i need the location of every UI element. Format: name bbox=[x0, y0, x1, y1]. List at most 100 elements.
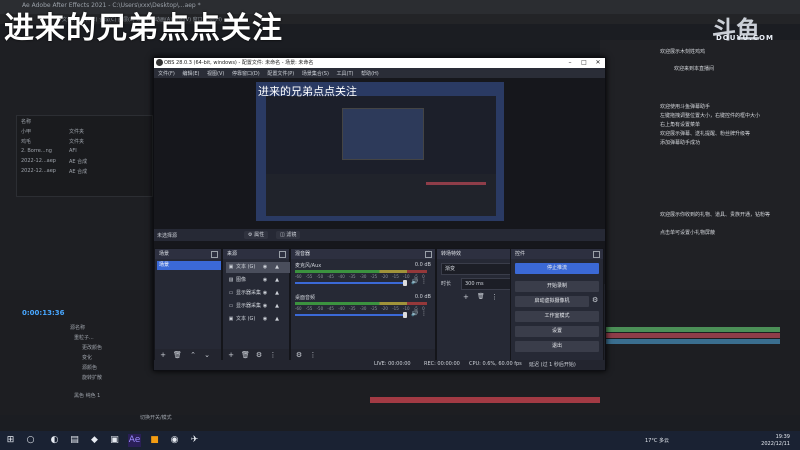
project-row[interactable]: 2. Borre...ng bbox=[21, 148, 52, 156]
timeline-layer[interactable]: 源颜色 bbox=[82, 364, 97, 372]
dock-float-icon[interactable] bbox=[593, 251, 600, 258]
taskbar-weather[interactable]: 17°C 多云 bbox=[645, 437, 669, 444]
menu-item-scene-collection[interactable]: 场景集合(S) bbox=[302, 71, 329, 77]
windows-start-icon[interactable]: ⊞ bbox=[4, 434, 17, 447]
dock-float-icon[interactable] bbox=[279, 251, 286, 258]
dock-float-icon[interactable] bbox=[425, 251, 432, 258]
timeline-layer[interactable]: 重粒子... bbox=[74, 334, 94, 342]
start-virtual-camera-button[interactable]: 启动虚拟摄像机 bbox=[515, 296, 589, 307]
settings-button[interactable]: 设置 bbox=[515, 326, 599, 337]
lock-icon[interactable]: ▲ bbox=[274, 290, 280, 296]
move-up-icon[interactable]: ⌃ bbox=[189, 351, 197, 359]
exit-button[interactable]: 退出 bbox=[515, 341, 599, 352]
taskbar-clock[interactable]: 19:39 2022/12/11 bbox=[750, 434, 790, 448]
more-options-icon[interactable]: ⋮ bbox=[421, 278, 427, 285]
project-row[interactable]: 2022-12...aep bbox=[21, 168, 56, 176]
stop-streaming-button[interactable]: 停止推流 bbox=[515, 263, 599, 274]
app-icon[interactable]: ▣ bbox=[108, 434, 121, 447]
menu-item-edit[interactable]: 编辑(E) bbox=[182, 71, 199, 77]
timeline-layer[interactable]: 更改颜色 bbox=[82, 344, 102, 352]
dock-title: 转场特效 bbox=[441, 251, 462, 257]
volume-slider[interactable] bbox=[295, 314, 407, 316]
eye-icon[interactable]: ◉ bbox=[262, 277, 268, 283]
properties-button[interactable]: ⚙ 属性 bbox=[244, 231, 269, 239]
start-recording-button[interactable]: 开始录制 bbox=[515, 281, 599, 292]
menu-item-file[interactable]: 文件(F) bbox=[158, 71, 175, 77]
menu-item-view[interactable]: 视图(V) bbox=[207, 71, 224, 77]
source-item[interactable]: 显示器采集 ▭ ◉ ▲ bbox=[226, 301, 290, 312]
timeline-tracks[interactable] bbox=[600, 325, 780, 385]
timeline-layer[interactable]: 黑色 纯色 1 bbox=[74, 392, 100, 400]
lock-icon[interactable]: ▲ bbox=[274, 303, 280, 309]
file-explorer-icon[interactable]: ▤ bbox=[68, 434, 81, 447]
mixer-settings-icon[interactable]: ⚙ bbox=[295, 351, 303, 359]
virtual-camera-settings-icon[interactable]: ⚙ bbox=[592, 296, 598, 304]
lock-icon[interactable]: ▲ bbox=[274, 316, 280, 322]
scenes-dock[interactable]: 场景 场景 + 🗑 ⌃ ⌄ bbox=[154, 248, 222, 362]
more-options-icon[interactable]: ⋮ bbox=[309, 351, 317, 359]
edge-browser-icon[interactable]: ◐ bbox=[48, 434, 61, 447]
app-icon[interactable]: ◆ bbox=[88, 434, 101, 447]
timeline-layer[interactable]: 旋转扩散 bbox=[82, 374, 102, 382]
app-icon[interactable]: ■ bbox=[148, 434, 161, 447]
sources-dock[interactable]: 来源 文本 (G) ▣ ◉ ▲ 图像 ▨ ◉ ▲ 显示器采集 ▭ ◉ ▲ 显示器采集 ▭ ◉ ▲ 文本 … bbox=[222, 248, 290, 362]
speaker-icon[interactable]: 🔊 bbox=[411, 310, 418, 317]
more-options-icon[interactable]: ⋮ bbox=[421, 310, 427, 317]
project-row[interactable]: 鸡毛 bbox=[21, 138, 31, 146]
source-item[interactable]: 显示器采集 ▭ ◉ ▲ bbox=[226, 288, 290, 299]
lock-icon[interactable]: ▲ bbox=[274, 277, 280, 283]
network-status: 延迟 (过 1 秒后开始) bbox=[529, 362, 576, 368]
after-effects-icon[interactable]: Ae bbox=[128, 434, 141, 447]
source-item[interactable]: 图像 ▨ ◉ ▲ bbox=[226, 275, 290, 286]
dock-float-icon[interactable] bbox=[211, 251, 218, 258]
source-settings-icon[interactable]: ⚙ bbox=[255, 351, 263, 359]
minimize-icon[interactable]: – bbox=[563, 58, 577, 68]
dock-title: 混音器 bbox=[295, 251, 311, 257]
obs-icon[interactable]: ◉ bbox=[168, 434, 181, 447]
add-source-icon[interactable]: + bbox=[227, 351, 235, 359]
filters-button[interactable]: ◫ 滤镜 bbox=[276, 231, 301, 239]
search-icon[interactable]: ○ bbox=[24, 434, 37, 447]
menu-item-help[interactable]: 帮助(H) bbox=[361, 71, 379, 77]
menu-item-profile[interactable]: 配置文件(P) bbox=[267, 71, 294, 77]
menu-item-tools[interactable]: 工具(T) bbox=[337, 71, 354, 77]
lock-icon[interactable]: ▲ bbox=[274, 264, 280, 270]
add-scene-icon[interactable]: + bbox=[159, 351, 167, 359]
close-icon[interactable]: ✕ bbox=[591, 58, 605, 68]
obs-window[interactable]: OBS 28.0.3 (64-bit, windows) - 配置文件: 未命名… bbox=[153, 57, 606, 371]
project-row[interactable]: 小甲 bbox=[21, 128, 31, 136]
timeline-timecode[interactable]: 0:00:13:36 bbox=[22, 309, 65, 317]
source-item[interactable]: 文本 (G) ▣ ◉ ▲ bbox=[226, 262, 290, 273]
remove-scene-icon[interactable]: 🗑 bbox=[173, 351, 182, 359]
speaker-icon[interactable]: 🔊 bbox=[411, 278, 418, 285]
controls-dock[interactable]: 控件 停止推流 开始录制 启动虚拟摄像机 ⚙ 工作室模式 设置 退出 bbox=[510, 248, 604, 362]
volume-slider-knob[interactable] bbox=[403, 280, 407, 286]
more-options-icon[interactable]: ⋮ bbox=[269, 351, 277, 359]
clock-time: 19:39 bbox=[775, 434, 790, 440]
volume-slider[interactable] bbox=[295, 282, 407, 284]
move-down-icon[interactable]: ⌄ bbox=[203, 351, 211, 359]
obs-menu[interactable]: 文件(F) 编辑(E) 视图(V) 停靠窗口(D) 配置文件(P) 场景集合(S… bbox=[158, 70, 379, 77]
scene-item[interactable]: 场景 bbox=[157, 261, 221, 270]
add-transition-icon[interactable]: + bbox=[463, 293, 469, 301]
danmaku-line: 右上角有设置菜单 bbox=[660, 122, 701, 128]
timeline-footer[interactable]: 切换开关/模式 bbox=[140, 414, 172, 421]
project-row[interactable]: 2022-12...aep bbox=[21, 158, 56, 166]
remove-transition-icon[interactable]: 🗑 bbox=[477, 293, 485, 300]
app-icon[interactable]: ✈ bbox=[188, 434, 201, 447]
eye-icon[interactable]: ◉ bbox=[262, 316, 268, 322]
ae-project-panel[interactable]: 名称 小甲 鸡毛 2. Borre...ng 2022-12...aep 202… bbox=[16, 115, 153, 197]
menu-item-docks[interactable]: 停靠窗口(D) bbox=[232, 71, 260, 77]
remove-source-icon[interactable]: 🗑 bbox=[241, 351, 250, 359]
source-item[interactable]: 文本 (G) ▣ ◉ ▲ bbox=[226, 314, 290, 325]
more-options-icon[interactable]: ⋮ bbox=[491, 293, 498, 301]
volume-slider-knob[interactable] bbox=[403, 312, 407, 318]
eye-icon[interactable]: ◉ bbox=[262, 303, 268, 309]
mixer-dock[interactable]: 混音器 麦克风/Aux 0.0 dB -60 -55 -50 -45 -40 -… bbox=[290, 248, 436, 362]
eye-icon[interactable]: ◉ bbox=[262, 264, 268, 270]
eye-icon[interactable]: ◉ bbox=[262, 290, 268, 296]
obs-preview-canvas[interactable]: 进来的兄弟点点关注 bbox=[256, 82, 504, 221]
maximize-icon[interactable]: □ bbox=[577, 58, 591, 68]
studio-mode-button[interactable]: 工作室模式 bbox=[515, 311, 599, 322]
timeline-layer[interactable]: 变化 bbox=[82, 354, 92, 362]
